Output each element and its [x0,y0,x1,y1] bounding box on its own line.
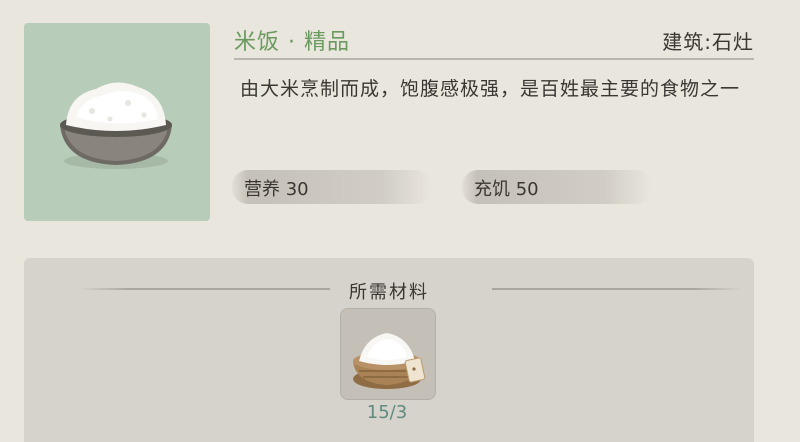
material-count: 15/3 [366,402,408,423]
materials-panel: 所需材料 15/3 [24,258,754,442]
rice-basket-icon [353,333,426,389]
stat-satiety-label: 充饥 50 [474,179,539,200]
stat-nutrition: 营养 30 [232,170,432,204]
item-building: 建筑:石灶 [662,30,754,54]
item-description: 由大米烹制而成，饱腹感极强，是百姓最主要的食物之一 [240,78,741,100]
materials-title: 所需材料 [349,282,429,303]
divider-right [492,288,742,290]
stat-satiety: 充饥 50 [462,170,652,204]
item-header: 米饭 · 精品 建筑:石灶 [234,22,754,56]
rice-bowl-icon [60,82,172,169]
header-divider [234,58,754,60]
item-title: 米饭 · 精品 [234,30,350,55]
item-icon-frame [24,23,210,221]
material-slot[interactable] [340,308,436,400]
stat-nutrition-label: 营养 30 [244,179,309,200]
